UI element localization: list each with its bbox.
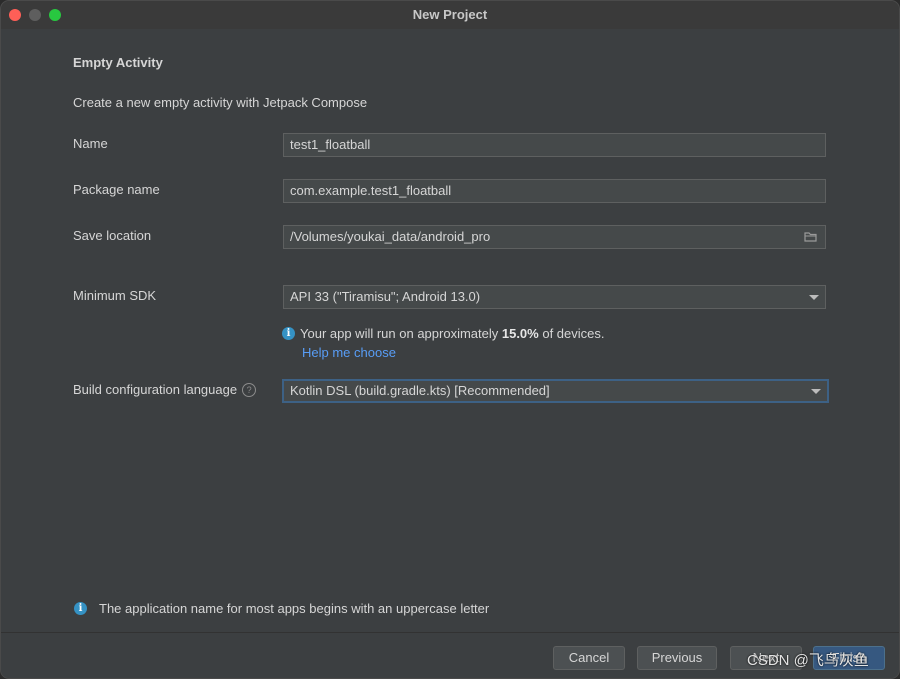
save-location-label: Save location bbox=[73, 228, 152, 243]
sdk-coverage-text: Your app will run on approximately 15.0%… bbox=[300, 326, 605, 341]
cancel-button[interactable]: Cancel bbox=[553, 646, 625, 670]
build-language-dropdown[interactable]: Kotlin DSL (build.gradle.kts) [Recommend… bbox=[282, 379, 829, 403]
chevron-down-icon bbox=[809, 295, 819, 300]
chevron-down-icon bbox=[811, 389, 821, 394]
package-name-label: Package name bbox=[73, 182, 160, 197]
coverage-suffix: of devices. bbox=[538, 326, 605, 341]
template-description: Create a new empty activity with Jetpack… bbox=[73, 95, 368, 110]
build-language-label-row: Build configuration language? bbox=[73, 378, 257, 402]
previous-button[interactable]: Previous bbox=[637, 646, 717, 670]
minimum-sdk-value: API 33 ("Tiramisu"; Android 13.0) bbox=[290, 289, 481, 304]
minimum-sdk-dropdown[interactable]: API 33 ("Tiramisu"; Android 13.0) bbox=[283, 285, 826, 309]
save-location-value: /Volumes/youkai_data/android_pro bbox=[290, 229, 491, 244]
name-field[interactable]: test1_floatball bbox=[283, 133, 826, 157]
question-icon[interactable]: ? bbox=[242, 383, 257, 397]
coverage-prefix: Your app will run on approximately bbox=[300, 326, 502, 341]
template-heading: Empty Activity bbox=[73, 55, 163, 70]
validation-hint: The application name for most apps begin… bbox=[99, 601, 490, 616]
save-location-field[interactable]: /Volumes/youkai_data/android_pro bbox=[283, 225, 826, 249]
csdn-watermark: CSDN @飞鸟灰鱼 bbox=[747, 652, 869, 669]
coverage-percent: 15.0% bbox=[501, 326, 539, 341]
title-bar: New Project bbox=[1, 1, 899, 29]
dialog-content: Empty Activity Create a new empty activi… bbox=[1, 29, 899, 632]
name-label: Name bbox=[73, 136, 108, 151]
build-language-label: Build configuration language bbox=[73, 382, 238, 397]
new-project-dialog: New Project Empty Activity Create a new … bbox=[0, 0, 900, 679]
info-icon: i bbox=[282, 327, 295, 340]
folder-icon[interactable] bbox=[804, 230, 818, 244]
window-title: New Project bbox=[412, 7, 488, 22]
build-language-value: Kotlin DSL (build.gradle.kts) [Recommend… bbox=[290, 383, 550, 398]
package-name-field[interactable]: com.example.test1_floatball bbox=[283, 179, 826, 203]
help-me-choose-link[interactable]: Help me choose bbox=[302, 345, 396, 360]
info-icon: i bbox=[74, 602, 87, 615]
minimum-sdk-label: Minimum SDK bbox=[73, 288, 157, 303]
